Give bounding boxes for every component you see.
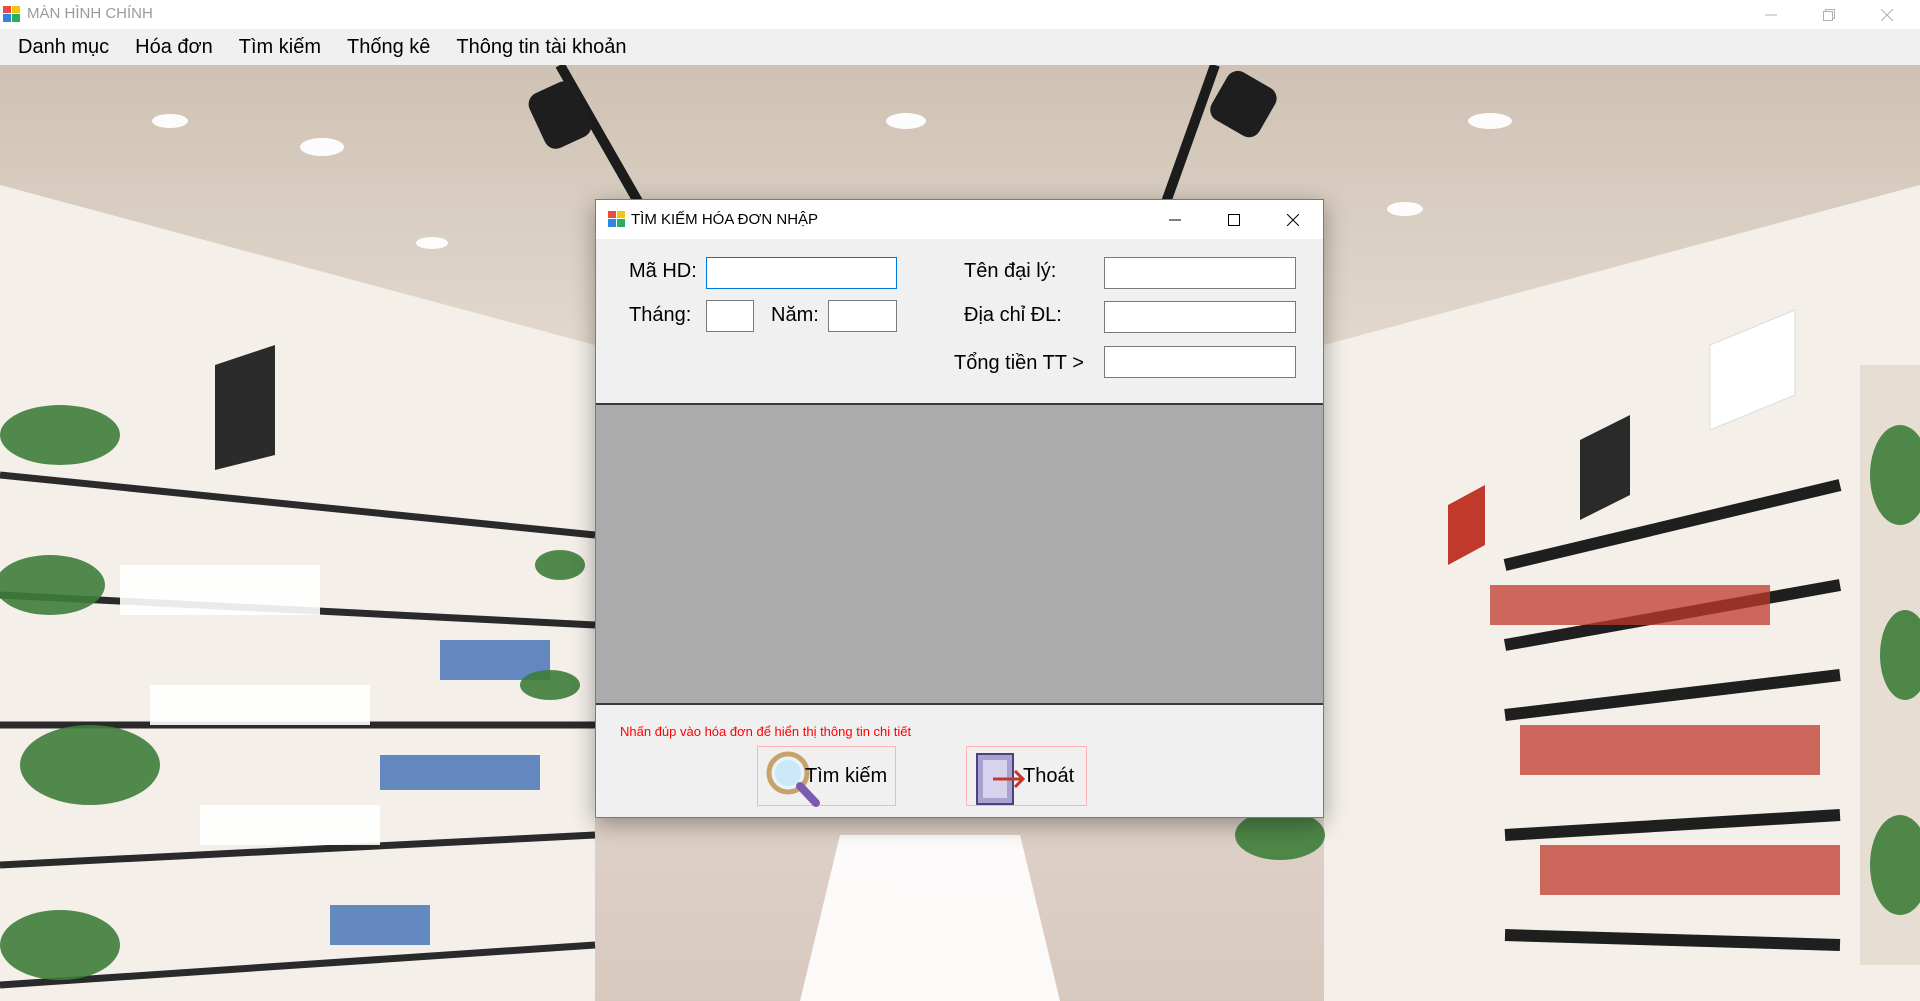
dialog-close-button[interactable] <box>1264 200 1322 239</box>
menu-thong-ke[interactable]: Thống kê <box>334 29 443 65</box>
exit-button[interactable]: Thoát <box>966 746 1087 806</box>
menu-hoa-don[interactable]: Hóa đơn <box>122 29 226 65</box>
maximize-icon <box>1228 213 1240 226</box>
exit-door-icon <box>976 753 1026 805</box>
dialog-app-icon <box>608 211 625 227</box>
menu-tim-kiem[interactable]: Tìm kiếm <box>226 29 334 65</box>
thang-input[interactable] <box>706 300 754 332</box>
exit-button-label: Thoát <box>1023 765 1075 787</box>
ten-dai-ly-input[interactable] <box>1104 257 1296 289</box>
close-icon <box>1287 213 1299 226</box>
thang-label: Tháng: <box>629 304 692 326</box>
dialog-minimize-button[interactable] <box>1146 200 1204 239</box>
search-button-label: Tìm kiếm <box>805 765 888 787</box>
dialog-maximize-button[interactable] <box>1205 200 1263 239</box>
tong-tien-tt-input[interactable] <box>1104 346 1296 378</box>
menu-danh-muc[interactable]: Danh mục <box>0 29 122 65</box>
restore-button[interactable] <box>1800 0 1858 29</box>
tong-tien-tt-label: Tổng tiền TT > <box>954 352 1084 374</box>
minimize-icon <box>1765 14 1777 15</box>
main-window-title: MÀN HÌNH CHÍNH <box>27 5 153 22</box>
minimize-button[interactable] <box>1742 0 1800 29</box>
menu-thong-tin-tai-khoan[interactable]: Thông tin tài khoản <box>443 29 639 65</box>
ma-hd-input[interactable] <box>706 257 897 289</box>
dia-chi-dl-input[interactable] <box>1104 301 1296 333</box>
main-titlebar: MÀN HÌNH CHÍNH <box>0 0 1920 29</box>
search-button[interactable]: Tìm kiếm <box>757 746 896 807</box>
close-button[interactable] <box>1858 0 1916 29</box>
invoice-results-grid[interactable] <box>596 403 1323 705</box>
menu-bar: Danh mục Hóa đơn Tìm kiếm Thống kê Thông… <box>0 29 1920 65</box>
app-icon <box>3 6 20 22</box>
restore-icon <box>1823 8 1835 21</box>
minimize-icon <box>1169 219 1181 220</box>
nam-input[interactable] <box>828 300 897 332</box>
close-icon <box>1881 8 1893 21</box>
nam-label: Năm: <box>771 304 819 326</box>
dialog-title: TÌM KIẾM HÓA ĐƠN NHẬP <box>631 211 819 228</box>
ma-hd-label: Mã HD: <box>629 260 697 282</box>
search-import-invoice-dialog: TÌM KIẾM HÓA ĐƠN NHẬP Mã HD: Tháng: Năm:… <box>595 199 1324 818</box>
dialog-titlebar: TÌM KIẾM HÓA ĐƠN NHẬP <box>596 200 1323 239</box>
ten-dai-ly-label: Tên đại lý: <box>964 260 1057 282</box>
dia-chi-dl-label: Địa chỉ ĐL: <box>964 304 1062 326</box>
double-click-hint: Nhấn đúp vào hóa đơn để hiển thị thông t… <box>620 724 912 739</box>
